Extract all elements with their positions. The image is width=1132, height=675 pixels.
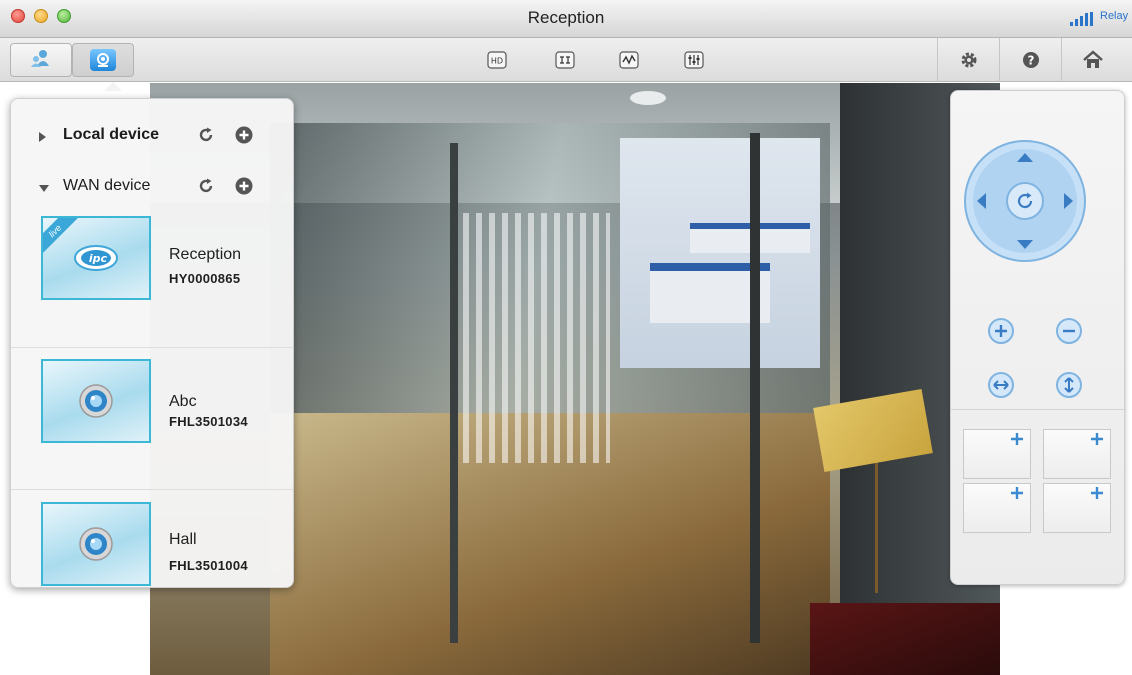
collapsed-arrow-icon[interactable] bbox=[39, 132, 46, 142]
wan-device-label: WAN device bbox=[63, 177, 151, 194]
refresh-icon bbox=[199, 178, 213, 193]
gear-icon bbox=[961, 52, 976, 68]
hd-icon: HD bbox=[487, 51, 507, 69]
ptz-reset-button[interactable] bbox=[1011, 187, 1039, 215]
equalizer-icon bbox=[684, 51, 704, 69]
device-item-hall[interactable]: Hall FHL3501004 bbox=[11, 502, 293, 587]
help-button[interactable]: ? bbox=[999, 38, 1061, 82]
home-button[interactable] bbox=[1061, 38, 1123, 82]
preset-slot-4[interactable] bbox=[1043, 483, 1111, 533]
zoom-out-button[interactable] bbox=[1055, 317, 1083, 345]
device-manager-button[interactable] bbox=[10, 43, 72, 77]
device-thumbnail[interactable]: live ipc bbox=[41, 216, 151, 300]
tilt-up-button[interactable] bbox=[1011, 143, 1039, 171]
direction-pad bbox=[963, 139, 1087, 263]
hd-button[interactable]: HD bbox=[487, 50, 507, 70]
preset-slot-3[interactable] bbox=[963, 483, 1031, 533]
device-serial: FHL3501004 bbox=[169, 558, 248, 573]
window-title: Reception bbox=[527, 8, 605, 27]
add-wan-device-button[interactable] bbox=[233, 175, 255, 197]
device-thumbnail[interactable] bbox=[41, 502, 151, 586]
down-arrow-icon bbox=[1017, 240, 1033, 249]
preset-slot-1[interactable] bbox=[963, 429, 1031, 479]
add-preset-icon bbox=[1091, 487, 1103, 499]
device-item-abc[interactable]: Abc FHL3501034 bbox=[11, 359, 293, 501]
add-circle-icon bbox=[235, 126, 253, 144]
refresh-icon bbox=[199, 127, 213, 142]
svg-text:?: ? bbox=[1027, 54, 1034, 68]
add-preset-icon bbox=[1011, 487, 1023, 499]
device-name: Reception bbox=[169, 246, 242, 263]
waveform-icon bbox=[619, 51, 639, 69]
camera-view-icon bbox=[90, 49, 116, 71]
camera-view-button[interactable] bbox=[72, 43, 134, 77]
live-ipc-icon: ipc bbox=[74, 245, 118, 271]
waveform-button[interactable] bbox=[619, 50, 639, 70]
device-item-reception[interactable]: live ipc Reception HY0000865 bbox=[11, 216, 293, 358]
local-device-section[interactable]: Local device bbox=[11, 124, 293, 150]
device-thumbnail[interactable] bbox=[41, 359, 151, 443]
title-bar: Reception Relay bbox=[0, 0, 1132, 38]
tilt-down-button[interactable] bbox=[1011, 231, 1039, 259]
display-mode-icon bbox=[555, 51, 575, 69]
zoom-out-icon bbox=[1056, 318, 1082, 344]
device-name: Abc bbox=[169, 393, 197, 410]
svg-text:HD: HD bbox=[491, 57, 503, 66]
home-icon bbox=[1082, 50, 1103, 68]
wan-device-section[interactable]: WAN device bbox=[11, 175, 293, 201]
horizontal-scan-button[interactable] bbox=[987, 371, 1015, 399]
add-circle-icon bbox=[235, 177, 253, 195]
pan-right-button[interactable] bbox=[1055, 187, 1083, 215]
svg-text:ipc: ipc bbox=[89, 252, 108, 265]
device-name: Hall bbox=[169, 531, 197, 548]
refresh-center-icon bbox=[1017, 192, 1033, 209]
divider bbox=[11, 347, 293, 348]
connection-status: Relay bbox=[1100, 10, 1129, 22]
expanded-arrow-icon[interactable] bbox=[39, 185, 49, 192]
camera-lens-icon bbox=[79, 384, 113, 418]
add-local-device-button[interactable] bbox=[233, 124, 255, 146]
signal-strength-icon bbox=[1070, 12, 1096, 26]
add-preset-icon bbox=[1011, 433, 1023, 445]
help-icon: ? bbox=[1022, 52, 1039, 68]
right-arrow-icon bbox=[1064, 193, 1073, 209]
camera-lens-icon bbox=[79, 527, 113, 561]
settings-button[interactable] bbox=[937, 38, 999, 82]
refresh-local-button[interactable] bbox=[195, 124, 217, 146]
device-serial: FHL3501034 bbox=[169, 414, 248, 429]
popover-pointer bbox=[104, 82, 122, 91]
preset-slot-2[interactable] bbox=[1043, 429, 1111, 479]
pan-left-button[interactable] bbox=[967, 187, 995, 215]
horizontal-scan-icon bbox=[988, 372, 1014, 398]
add-preset-icon bbox=[1091, 433, 1103, 445]
left-arrow-icon bbox=[977, 193, 986, 209]
divider bbox=[11, 489, 293, 490]
up-arrow-icon bbox=[1017, 153, 1033, 162]
divider bbox=[951, 409, 1126, 410]
refresh-wan-button[interactable] bbox=[195, 175, 217, 197]
device-list-panel: Local device WAN device live ipc Recepti… bbox=[10, 98, 294, 588]
vertical-scan-button[interactable] bbox=[1055, 371, 1083, 399]
zoom-in-button[interactable] bbox=[987, 317, 1015, 345]
device-manager-icon bbox=[29, 48, 53, 73]
vertical-scan-icon bbox=[1056, 372, 1082, 398]
local-device-label: Local device bbox=[63, 126, 160, 143]
equalizer-button[interactable] bbox=[684, 50, 704, 70]
device-serial: HY0000865 bbox=[169, 271, 241, 286]
toolbar: HD ? bbox=[0, 38, 1132, 82]
display-mode-button[interactable] bbox=[555, 50, 575, 70]
ptz-control-panel bbox=[950, 90, 1126, 585]
zoom-in-icon bbox=[988, 318, 1014, 344]
